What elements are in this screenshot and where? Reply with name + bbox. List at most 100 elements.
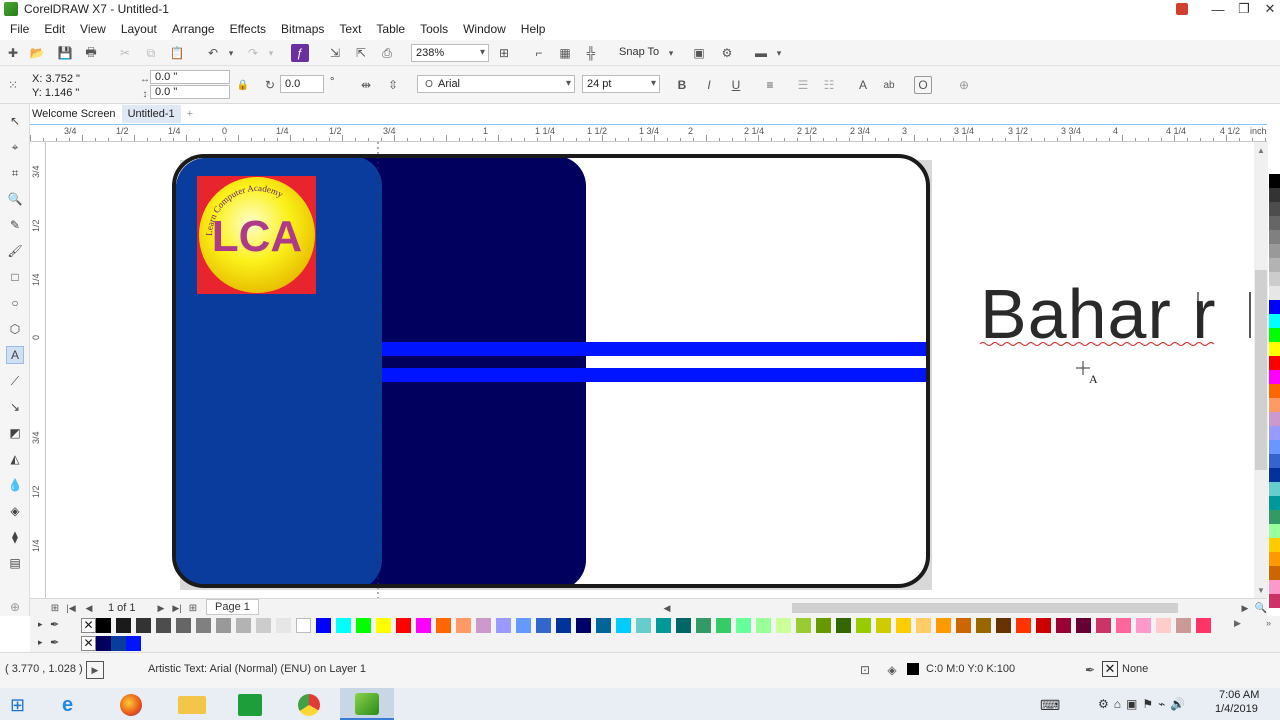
right-palette-swatch[interactable] [1269,384,1280,398]
right-palette-swatch[interactable] [1269,286,1280,300]
paste-icon[interactable]: 📋 [168,44,186,62]
drawing-canvas[interactable]: Learn Computer Academy LCA Bahar r A [46,142,1254,598]
right-palette-swatch[interactable] [1269,426,1280,440]
right-palette-swatch[interactable] [1269,328,1280,342]
import-icon[interactable]: ⇲ [326,44,344,62]
palette-swatch[interactable] [956,618,971,633]
right-palette-swatch[interactable] [1269,342,1280,356]
right-palette-swatch[interactable] [1269,538,1280,552]
options-icon[interactable]: ▣ [690,44,708,62]
outline-tool-icon[interactable]: ▤ [6,554,24,572]
palette-swatch[interactable] [396,618,411,633]
palette-swatch[interactable] [676,618,691,633]
palette-swatches[interactable] [96,616,1236,636]
right-palette-swatch[interactable] [1269,454,1280,468]
palette-swatch[interactable] [656,618,671,633]
palette-swatch[interactable] [156,618,171,633]
palette-swatch[interactable] [616,618,631,633]
right-palette-swatch[interactable] [1269,300,1280,314]
color-proofing-icon[interactable]: ⊡ [856,661,874,679]
right-palette-swatch[interactable] [1269,188,1280,202]
zoom-tool-icon[interactable]: 🔍 [6,190,24,208]
redo-icon[interactable]: ↷ [244,44,262,62]
underline-icon[interactable]: U [727,76,745,94]
palette-swatch[interactable] [296,618,311,633]
palette-swatch[interactable] [416,618,431,633]
palette-swatch[interactable] [356,618,371,633]
palette-swatch[interactable] [576,618,591,633]
print-icon[interactable]: 🖶 [82,44,100,62]
x-position-field[interactable]: X: 3.752 " [28,71,122,86]
palette-swatch[interactable] [936,618,951,633]
first-page-icon[interactable]: |◀ [62,599,80,617]
export-icon[interactable]: ⇱ [352,44,370,62]
outline-pen-icon[interactable]: ✒ [1081,661,1099,679]
palette-swatch[interactable] [716,618,731,633]
vertical-scroll-thumb[interactable] [1255,270,1267,470]
right-palette-swatch[interactable] [1269,510,1280,524]
palette-swatch[interactable] [116,618,131,633]
menu-table[interactable]: Table [370,18,411,40]
right-palette-swatch[interactable] [1269,202,1280,216]
palette-swatch[interactable] [376,618,391,633]
scroll-down-icon[interactable]: ▼ [1257,586,1265,595]
ellipse-tool-icon[interactable]: ○ [6,294,24,312]
scroll-left-icon[interactable]: ◀ [658,599,676,617]
font-size-select[interactable]: 24 pt [582,75,660,93]
right-palette-swatch[interactable] [1269,244,1280,258]
horizontal-scroll-thumb[interactable] [792,603,1178,613]
menu-effects[interactable]: Effects [224,18,272,40]
palette-swatch[interactable] [1156,618,1171,633]
transparency-tool-icon[interactable]: ◭ [6,450,24,468]
vertical-ruler[interactable]: 3/4 1/2 1/4 0 3/4 1/2 1/4 [30,142,46,598]
add-page-after-icon[interactable]: ⊞ [184,599,202,617]
palette-swatch[interactable] [176,618,191,633]
palette-swatch[interactable] [1016,618,1031,633]
right-palette-swatch[interactable] [1269,398,1280,412]
firefox-icon[interactable] [120,694,142,716]
font-list-select[interactable]: Arial [417,75,575,93]
drop-shadow-tool-icon[interactable]: ◩ [6,424,24,442]
menu-help[interactable]: Help [515,18,552,40]
fill-bucket-icon[interactable]: ◈ [883,661,901,679]
y-position-field[interactable]: Y: 1.146 " [28,85,122,100]
new-document-icon[interactable]: ✚ [4,44,22,62]
save-icon[interactable]: 💾 [56,44,74,62]
height-field[interactable]: 0.0 " [150,85,230,99]
palette-expand-icon[interactable]: ▸ [38,619,43,630]
open-icon[interactable]: 📂 [28,44,46,62]
palette-swatch[interactable] [1116,618,1131,633]
clock-date[interactable]: 1/4/2019 [1215,703,1258,715]
smart-fill-tool-icon[interactable]: ⧫ [6,528,24,546]
publish-pdf-icon[interactable]: ⎙ [378,44,396,62]
crop-tool-icon[interactable]: ⌗ [6,164,24,182]
rulers-icon[interactable]: ⌐ [530,44,548,62]
right-palette-swatch[interactable] [1269,160,1280,174]
connector-tool-icon[interactable]: ↘ [6,398,24,416]
palette-swatch[interactable] [1136,618,1151,633]
palette-swatch[interactable] [476,618,491,633]
artistic-text[interactable]: Bahar r [980,275,1217,353]
shape-tool-icon[interactable]: ⌖ [6,138,24,156]
card-stripe-top[interactable] [382,342,928,356]
doc-swatch-blue[interactable] [111,636,126,651]
palette-swatch[interactable] [796,618,811,633]
welcome-screen-icon[interactable]: ▬ [752,44,770,62]
color-eyedropper-tool-icon[interactable]: 💧 [6,476,24,494]
quick-customize-tools-icon[interactable]: ⊕ [6,598,24,616]
palette-swatch[interactable] [1096,618,1111,633]
chrome-icon[interactable] [298,694,320,716]
bold-icon[interactable]: B [673,76,691,94]
store-icon[interactable] [238,694,262,716]
palette-swatch[interactable] [556,618,571,633]
right-palette-swatch[interactable] [1269,230,1280,244]
rotation-field[interactable]: 0.0 [280,75,324,93]
zoom-fit-icon[interactable]: ⊞ [495,44,513,62]
palette-swatch[interactable] [276,618,291,633]
object-origin-icon[interactable]: ⁙ [4,76,22,94]
right-palette-swatch[interactable] [1269,496,1280,510]
redo-dropdown-icon[interactable]: ▾ [262,44,280,62]
menu-file[interactable]: File [4,18,35,40]
bullet-list-icon[interactable]: ☰ [794,76,812,94]
new-tab-icon[interactable]: + [181,105,199,123]
